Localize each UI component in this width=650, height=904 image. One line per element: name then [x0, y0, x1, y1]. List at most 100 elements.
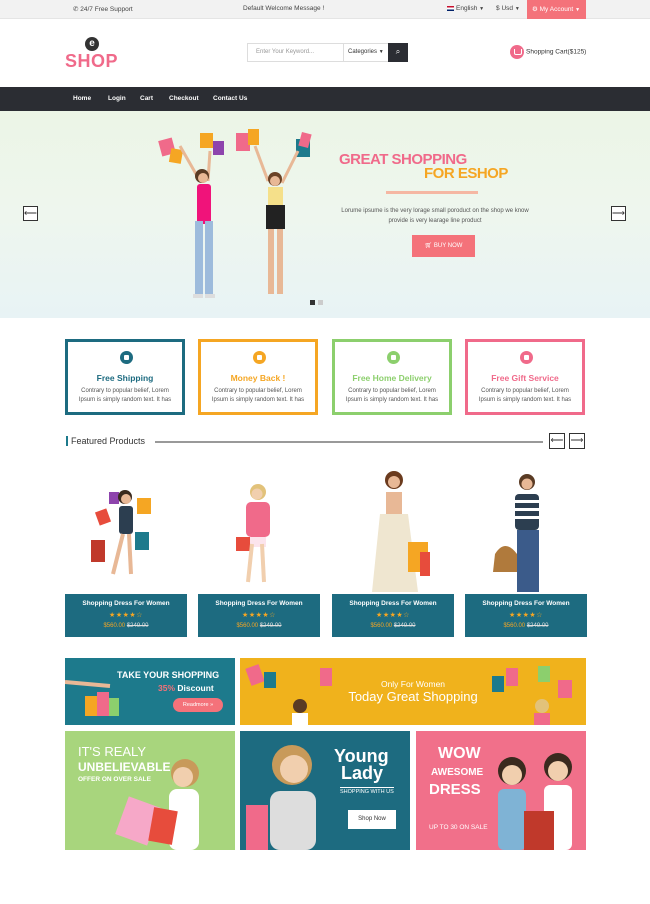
product-info: Shopping Dress For Women ★★★★☆ $560.00 $… [65, 594, 187, 637]
cart-icon: 🛒︎ [424, 243, 433, 249]
discount-label: Discount [177, 683, 214, 693]
arrow-right-icon: ⟶ [612, 208, 625, 218]
slider-dot[interactable] [310, 300, 315, 305]
feature-title: Free Shipping [96, 373, 154, 383]
my-account-button[interactable]: ⚙ My Account ▼ [527, 0, 586, 19]
banner-line4: UP TO 30 ON SALE [429, 824, 488, 831]
hero-slider: ⟵ ⟶ GREAT SHOPPING FOR ESHOP Lorume ipsu… [0, 111, 650, 318]
rating-stars: ★★★★☆ [109, 612, 143, 619]
product-name[interactable]: Shopping Dress For Women [65, 600, 187, 607]
nav-checkout[interactable]: Checkout [169, 95, 199, 102]
feature-box-home-delivery: Free Home Delivery Contrary to popular b… [332, 339, 452, 415]
banner-line1: IT'S REALY [78, 744, 146, 759]
buy-now-label: BUY NOW [433, 243, 463, 249]
chevron-down-icon: ▼ [378, 49, 384, 55]
nav-contact-us[interactable]: Contact Us [213, 95, 247, 102]
product-image [236, 484, 270, 583]
young-lady-banner[interactable]: Young Lady SHOPPING WITH US Shop Now [240, 731, 410, 850]
phone-icon: ✆ [73, 6, 79, 13]
awesome-dress-banner[interactable]: WOW AWESOME DRESS UP TO 30 ON SALE [416, 731, 586, 850]
search-button[interactable]: ⌕ [388, 43, 408, 62]
rating-stars: ★★★★☆ [376, 612, 410, 619]
buy-now-button[interactable]: 🛒︎ BUY NOW [412, 235, 475, 257]
product-name[interactable]: Shopping Dress For Women [332, 600, 454, 607]
banner-line1: TAKE YOUR SHOPPING [117, 670, 220, 680]
products-next-button[interactable]: ⟶ [569, 433, 585, 449]
category-label: Categories [348, 49, 378, 55]
product-info: Shopping Dress For Women ★★★★☆ $560.00 $… [198, 594, 320, 637]
current-price: $560.00 [370, 623, 393, 629]
banner-line3: SHOPPING WITH US [340, 787, 394, 795]
women-shopping-banner[interactable]: Only For Women Today Great Shopping [240, 658, 586, 725]
rating-stars: ★★★★☆ [242, 612, 276, 619]
account-label: My Account [539, 6, 574, 13]
old-price: $249.00 [259, 623, 282, 629]
feature-desc: Contrary to popular belief, Lorem Ipsum … [211, 388, 305, 403]
readmore-button[interactable]: Readmore » [173, 698, 223, 712]
chevron-down-icon: ▼ [479, 6, 485, 12]
currency-select[interactable]: $ Usd ▼ [496, 5, 520, 12]
current-price: $560.00 [103, 623, 126, 629]
nav-login[interactable]: Login [108, 95, 126, 102]
banner-line2: UNBELIEVABLE [78, 760, 171, 774]
category-select[interactable]: Categories ▼ [343, 44, 388, 61]
current-price: $560.00 [236, 623, 259, 629]
discount-banner[interactable]: TAKE YOUR SHOPPING 35% Discount Readmore… [65, 658, 235, 725]
product-price: $560.00 $249.00 [198, 623, 320, 629]
product-image [493, 474, 539, 592]
product-image [372, 471, 430, 592]
section-divider [155, 441, 543, 443]
banner-line2: Today Great Shopping [348, 689, 478, 704]
banner-line2: 35% Discount [158, 683, 214, 693]
language-select[interactable]: English ▼ [447, 5, 484, 12]
banner-line2: Lady [341, 763, 384, 783]
product-card[interactable]: Shopping Dress For Women ★★★★☆ $560.00 $… [198, 462, 320, 637]
logo-badge[interactable]: e [85, 37, 99, 51]
product-card[interactable]: Shopping Dress For Women ★★★★☆ $560.00 $… [465, 462, 587, 637]
product-card[interactable]: Shopping Dress For Women ★★★★☆ $560.00 $… [65, 462, 187, 637]
feature-box-gift-service: Free Gift Service Contrary to popular be… [465, 339, 585, 415]
old-price: $249.00 [393, 623, 416, 629]
support-label: 24/7 Free Support [80, 6, 133, 13]
chevron-down-icon: ▼ [514, 6, 520, 12]
truck-icon [387, 351, 400, 364]
product-card[interactable]: Shopping Dress For Women ★★★★☆ $560.00 $… [332, 462, 454, 637]
arrow-left-icon: ⟵ [550, 435, 564, 445]
product-name[interactable]: Shopping Dress For Women [465, 600, 587, 607]
product-name[interactable]: Shopping Dress For Women [198, 600, 320, 607]
hero-next-button[interactable]: ⟶ [611, 206, 626, 221]
feature-box-free-shipping: Free Shipping Contrary to popular belief… [65, 339, 185, 415]
paper-plane-icon [120, 351, 133, 364]
cart-icon [510, 45, 524, 59]
currency-label: Usd [501, 5, 513, 12]
slider-dot[interactable] [318, 300, 323, 305]
chevron-down-icon: ▼ [575, 7, 581, 13]
product-price: $560.00 $249.00 [465, 623, 587, 629]
search-icon: ⌕ [395, 47, 401, 56]
nav-home[interactable]: Home [73, 95, 91, 102]
current-price: $560.00 [503, 623, 526, 629]
logo-text[interactable]: SHOP [65, 51, 118, 72]
rating-stars: ★★★★☆ [509, 612, 543, 619]
cart-label: Shopping Cart($125) [526, 48, 587, 56]
product-image [91, 490, 151, 575]
feature-title: Free Home Delivery [352, 373, 432, 383]
hero-title-line2: FOR ESHOP [424, 165, 508, 182]
arrow-left-icon: ⟵ [24, 208, 37, 218]
welcome-message: Default Welcome Message ! [243, 5, 325, 12]
nav-cart[interactable]: Cart [140, 95, 153, 102]
arrow-right-icon: ⟶ [570, 435, 584, 445]
feature-desc: Contrary to popular belief, Lorem Ipsum … [78, 388, 172, 403]
unbelievable-offer-banner[interactable]: IT'S REALY UNBELIEVABLE OFFER ON OVER SA… [65, 731, 235, 850]
product-info: Shopping Dress For Women ★★★★☆ $560.00 $… [465, 594, 587, 637]
money-icon [253, 351, 266, 364]
shop-now-button[interactable]: Shop Now [348, 810, 396, 829]
products-prev-button[interactable]: ⟵ [549, 433, 565, 449]
language-label: English [456, 5, 478, 12]
hero-prev-button[interactable]: ⟵ [23, 206, 38, 221]
featured-products-title: Featured Products [66, 436, 145, 446]
slider-dots [310, 300, 326, 307]
dollar-icon: $ [496, 5, 500, 12]
search-input[interactable]: Enter Your Keyword... [256, 49, 314, 55]
shopping-cart[interactable]: Shopping Cart($125) [510, 45, 586, 59]
